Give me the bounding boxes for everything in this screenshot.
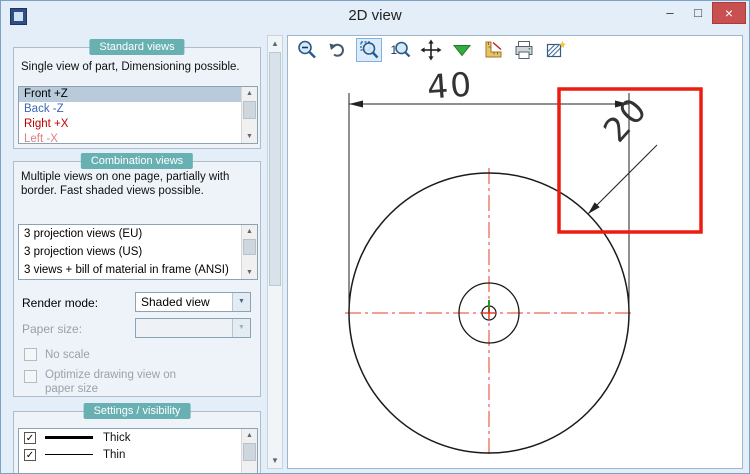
settings-visibility-section: Settings / visibility ✓ Thick ✓ Thin ▲ — [13, 403, 261, 473]
combination-views-list: 3 projection views (EU) 3 projection vie… — [18, 224, 258, 280]
window-2d-view: 2D view – □ × Standard views Single view… — [0, 0, 750, 474]
thin-checkbox[interactable]: ✓ — [24, 448, 36, 461]
thick-checkbox[interactable]: ✓ — [24, 431, 36, 444]
arrowhead-left — [349, 100, 363, 108]
render-mode-select[interactable]: Shaded view ▼ — [135, 292, 251, 312]
dimension-40-label: 40 — [426, 64, 475, 106]
list-item-front-z[interactable]: Front +Z — [19, 87, 242, 102]
list-item-3-views-bom-ansi[interactable]: 3 views + bill of material in frame (ANS… — [19, 261, 242, 279]
dropdown-arrow-icon[interactable]: ▼ — [232, 293, 250, 311]
sidebar-scrollbar[interactable]: ▲ ▼ — [267, 35, 283, 469]
thin-label: Thin — [103, 448, 126, 461]
combination-views-section: Combination views Multiple views on one … — [13, 153, 261, 397]
optimize-label: Optimize drawing view on paper size — [45, 369, 177, 395]
dimension-ruler-button[interactable] — [480, 38, 506, 62]
list-item-back-z[interactable]: Back -Z — [19, 102, 242, 117]
titlebar: 2D view – □ × — [1, 1, 749, 31]
list-item-thin[interactable]: ✓ Thin — [19, 446, 257, 463]
hatch-settings-button[interactable] — [542, 38, 568, 62]
scroll-down-icon[interactable]: ▼ — [268, 453, 282, 468]
no-scale-checkbox[interactable] — [24, 348, 37, 361]
list-item-left-x[interactable]: Left -X — [19, 132, 242, 143]
scroll-up-icon[interactable]: ▲ — [242, 225, 257, 238]
list-item-thick[interactable]: ✓ Thick — [19, 429, 257, 446]
mesh-down-arrow-button[interactable] — [449, 38, 475, 62]
combination-views-description: Multiple views on one page, partially wi… — [21, 171, 230, 197]
scrollbar-thumb[interactable] — [243, 443, 256, 461]
dimension-20-label: 20 — [596, 89, 656, 149]
zoom-out-button[interactable] — [294, 38, 320, 62]
scrollbar-thumb[interactable] — [269, 52, 281, 286]
scroll-down-icon[interactable]: ▼ — [242, 130, 257, 143]
radius-leader-line — [587, 144, 658, 215]
close-button[interactable]: × — [712, 2, 746, 24]
zoom-window-button[interactable] — [356, 38, 382, 62]
list-item-3-projection-eu[interactable]: 3 projection views (EU) — [19, 225, 242, 243]
standard-views-scrollbar[interactable]: ▲ ▼ — [241, 87, 257, 143]
scrollbar-thumb[interactable] — [243, 101, 256, 119]
window-title: 2D view — [348, 7, 402, 24]
pan-icon — [420, 39, 442, 61]
zoom-window-icon — [360, 41, 379, 59]
render-mode-label: Render mode: — [22, 296, 99, 310]
thin-line-sample — [45, 454, 93, 455]
undo-icon — [329, 43, 344, 57]
standard-views-header: Standard views — [89, 39, 185, 55]
print-button[interactable] — [511, 38, 537, 62]
drawing-canvas[interactable]: 40 20 — [287, 35, 743, 469]
scrollbar-thumb[interactable] — [243, 239, 256, 255]
scroll-up-icon[interactable]: ▲ — [242, 429, 257, 442]
visibility-scrollbar[interactable]: ▲ — [241, 429, 257, 473]
standard-views-list: Front +Z Back -Z Right +X Left -X ▲ ▼ — [18, 86, 258, 144]
thick-line-sample — [45, 436, 93, 439]
paper-size-label: Paper size: — [22, 322, 83, 336]
minimize-button[interactable]: – — [656, 2, 684, 22]
thick-label: Thick — [103, 431, 131, 444]
undo-button[interactable] — [325, 38, 351, 62]
standard-views-section: Standard views Single view of part, Dime… — [13, 39, 261, 149]
visibility-list: ✓ Thick ✓ Thin ▲ — [18, 428, 258, 473]
settings-visibility-header: Settings / visibility — [83, 403, 191, 419]
list-item-3-projection-us[interactable]: 3 projection views (US) — [19, 243, 242, 261]
zoom-out-icon — [298, 40, 316, 59]
green-down-arrow-icon — [452, 45, 472, 57]
scroll-down-icon[interactable]: ▼ — [242, 266, 257, 279]
render-mode-value: Shaded view — [141, 295, 210, 309]
scroll-up-icon[interactable]: ▲ — [268, 36, 282, 51]
zoom-one-to-one-button[interactable]: 1 — [387, 38, 413, 62]
print-icon — [515, 41, 533, 59]
combination-views-header: Combination views — [80, 153, 194, 169]
no-scale-label: No scale — [45, 349, 90, 361]
dimension-ruler-icon — [485, 41, 502, 58]
standard-views-description: Single view of part, Dimensioning possib… — [21, 61, 240, 73]
scroll-up-icon[interactable]: ▲ — [242, 87, 257, 100]
drawing-toolbar: 1 — [294, 37, 568, 63]
list-item-right-x[interactable]: Right +X — [19, 117, 242, 132]
combination-views-scrollbar[interactable]: ▲ ▼ — [241, 225, 257, 279]
hatch-settings-icon — [546, 40, 566, 58]
dropdown-arrow-icon[interactable]: ▼ — [232, 319, 250, 337]
maximize-button[interactable]: □ — [684, 2, 712, 22]
zoom-one-to-one-icon: 1 — [391, 41, 411, 58]
paper-size-select[interactable]: ▼ — [135, 318, 251, 338]
pan-button[interactable] — [418, 38, 444, 62]
optimize-checkbox[interactable] — [24, 370, 37, 383]
